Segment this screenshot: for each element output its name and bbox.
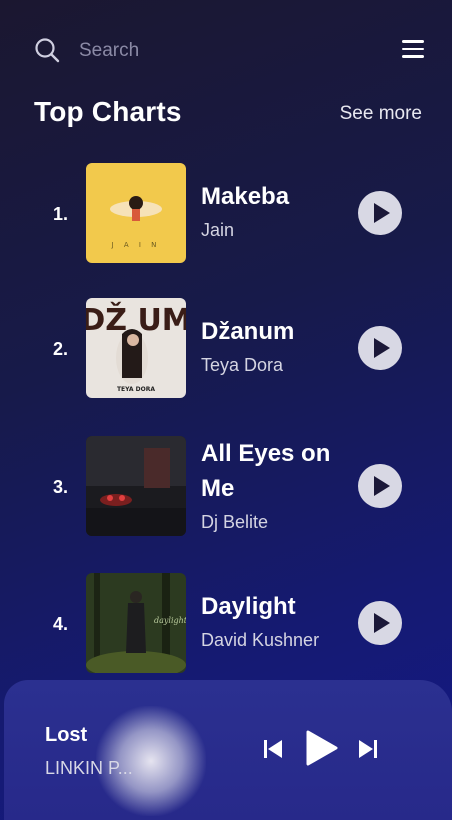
play-button-icon[interactable] [358,464,402,508]
track-row[interactable]: 4. daylight Daylight David Kushner [0,573,452,673]
track-title[interactable]: Makeba [201,179,341,214]
svg-text:J A I N: J A I N [111,241,161,249]
track-artist[interactable]: Dj Belite [201,512,341,533]
svg-text:TEYA DORA: TEYA DORA [117,386,155,393]
section-title: Top Charts [34,96,182,127]
track-row[interactable]: 3. All Eyes on Me Dj Belite [0,436,452,536]
track-title[interactable]: Daylight [201,589,341,624]
top-charts-header: Top Charts See more [34,96,422,136]
track-rank: 3. [53,477,69,497]
see-more-link[interactable]: See more [340,103,422,125]
track-artist[interactable]: Jain [201,220,341,241]
album-art [86,436,186,536]
track-title[interactable]: Džanum [201,314,341,349]
svg-text:daylight: daylight [154,616,186,625]
album-art: DŽ UM TEYA DORA [86,298,186,398]
now-playing-artist[interactable]: LINKIN P... [45,758,133,779]
play-button-icon[interactable] [358,326,402,370]
track-artist[interactable]: Teya Dora [201,355,341,376]
track-artist[interactable]: David Kushner [201,630,341,651]
now-playing-title[interactable]: Lost [45,724,87,747]
skip-next-icon[interactable] [357,738,379,760]
now-playing-bar[interactable]: Lost LINKIN P... [4,680,452,820]
top-bar: Search [34,36,424,66]
play-icon[interactable] [304,730,338,766]
search-input[interactable]: Search [79,40,139,62]
hamburger-menu-icon[interactable] [402,40,424,60]
play-button-icon[interactable] [358,191,402,235]
search-icon[interactable] [34,36,60,64]
track-title[interactable]: All Eyes on Me [201,436,341,506]
track-rank: 1. [53,204,69,224]
track-rank: 4. [53,614,69,634]
album-art: J A I N [86,163,186,263]
track-row[interactable]: 2. DŽ UM TEYA DORA Džanum Teya Dora [0,298,452,398]
play-button-icon[interactable] [358,601,402,645]
skip-previous-icon[interactable] [262,738,284,760]
track-rank: 2. [53,339,69,359]
album-art: daylight [86,573,186,673]
track-row[interactable]: 1. J A I N Makeba Jain [0,163,452,263]
